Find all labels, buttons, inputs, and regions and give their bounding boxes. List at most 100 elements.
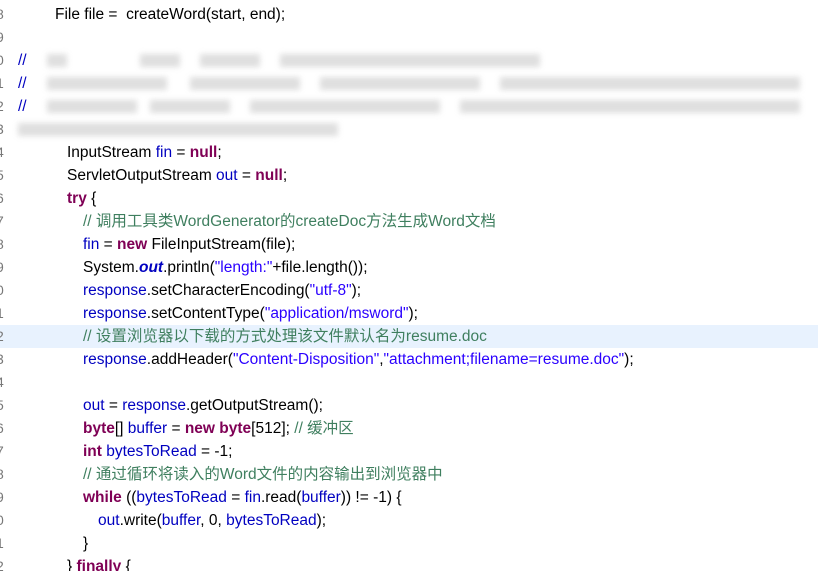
code-token: +file.length()); <box>272 259 368 276</box>
code-line[interactable]: 8 fin = new FileInputStream(file); <box>0 233 818 256</box>
keyword: byte <box>83 420 115 437</box>
code-token: out <box>216 167 238 184</box>
code-line[interactable]: 1 // <box>0 72 818 95</box>
redacted-code <box>500 77 800 90</box>
code-line[interactable]: 2 // <box>0 95 818 118</box>
code-comment: // 调用工具类WordGenerator的createDoc方法生成Word文… <box>83 213 496 230</box>
code-text: // 设置浏览器以下载的方式处理该文件默认名为resume.doc <box>83 325 487 348</box>
code-token: = <box>172 144 190 161</box>
code-line[interactable]: 3 <box>0 118 818 141</box>
keyword: byte <box>219 420 252 437</box>
code-text: byte[] buffer = new byte[512]; // 缓冲区 <box>83 417 354 440</box>
code-token: buffer <box>161 512 201 529</box>
redacted-code <box>460 100 800 113</box>
code-token: out <box>138 259 164 276</box>
code-token: .getOutputStream(); <box>186 397 323 414</box>
code-line[interactable]: 4 <box>0 371 818 394</box>
code-token: FileInputStream(file); <box>147 236 296 253</box>
line-number: 3 <box>0 118 8 141</box>
code-text: response.setContentType("application/msw… <box>83 302 418 325</box>
code-line[interactable]: 3 response.addHeader("Content-Disposition… <box>0 348 818 371</box>
redacted-code <box>280 54 540 67</box>
code-token: (( <box>121 489 137 506</box>
line-number: 4 <box>0 141 8 164</box>
code-line[interactable]: 5 ServletOutputStream out = null; <box>0 164 818 187</box>
code-text: } <box>83 532 88 555</box>
keyword: finally <box>76 558 122 571</box>
code-token: ServletOutputStream <box>67 167 217 184</box>
code-line[interactable]: 1} <box>0 532 818 555</box>
code-token: = <box>167 420 185 437</box>
code-token: } <box>83 535 89 552</box>
code-token: .read( <box>260 489 302 506</box>
line-number: 0 <box>0 279 8 302</box>
line-number: 9 <box>0 486 8 509</box>
keyword: new <box>184 420 215 437</box>
line-number: 8 <box>0 463 8 486</box>
line-number: 1 <box>0 532 8 555</box>
code-line[interactable]: 0 // <box>0 49 818 72</box>
line-number: 6 <box>0 187 8 210</box>
code-line[interactable]: 6 try { <box>0 187 818 210</box>
code-text: System.out.println("length:"+file.length… <box>83 256 368 279</box>
code-token: ); <box>351 282 362 299</box>
code-line[interactable]: 1 response.setContentType("application/ms… <box>0 302 818 325</box>
code-token: .setCharacterEncoding( <box>146 282 310 299</box>
line-number: 4 <box>0 371 8 394</box>
code-text: out.write(buffer, 0, bytesToRead); <box>98 509 326 532</box>
code-line[interactable]: 4 InputStream fin = null; <box>0 141 818 164</box>
redacted-code <box>18 123 338 136</box>
code-line[interactable]: 2 } finally { <box>0 555 818 571</box>
code-line[interactable]: 2 // 设置浏览器以下载的方式处理该文件默认名为resume.doc <box>0 325 818 348</box>
code-comment: // 缓冲区 <box>294 420 354 437</box>
line-number: 2 <box>0 95 8 118</box>
code-text: response.addHeader("Content-Disposition"… <box>83 348 634 371</box>
code-token: // <box>18 52 27 69</box>
code-token: ; <box>282 167 288 184</box>
code-text: fin = new FileInputStream(file); <box>83 233 295 256</box>
keyword: new <box>117 236 148 253</box>
code-token: bytesToRead <box>106 443 197 460</box>
code-line[interactable]: 6byte[] buffer = new byte[512]; // 缓冲区 <box>0 417 818 440</box>
code-text: while ((bytesToRead = fin.read(buffer)) … <box>83 486 402 509</box>
code-text: } finally { <box>67 555 131 571</box>
code-token: ); <box>408 305 418 322</box>
code-line[interactable]: 7 // 调用工具类WordGenerator的createDoc方法生成Word… <box>0 210 818 233</box>
code-line[interactable]: 8 File file = createWord(start, end); <box>0 3 818 26</box>
code-token: bytesToRead <box>136 489 227 506</box>
code-token: = <box>237 167 256 184</box>
code-token: [] <box>114 420 128 437</box>
line-number: 8 <box>0 3 8 26</box>
code-line[interactable]: 9 <box>0 26 818 49</box>
redacted-code <box>47 100 137 113</box>
line-number: 2 <box>0 325 8 348</box>
code-token: out <box>98 512 120 529</box>
code-line[interactable]: 7 int bytesToRead = -1; <box>0 440 818 463</box>
code-line[interactable]: 9 while ((bytesToRead = fin.read(buffer))… <box>0 486 818 509</box>
code-line[interactable]: 0 response.setCharacterEncoding("utf-8"); <box>0 279 818 302</box>
code-text: try { <box>67 187 96 210</box>
code-token: response <box>83 351 147 368</box>
line-number: 9 <box>0 26 8 49</box>
code-token: { <box>86 190 97 207</box>
code-line[interactable]: 9 System.out.println("length:"+file.lengt… <box>0 256 818 279</box>
code-editor[interactable]: 8File file = createWord(start, end);90//… <box>0 0 818 571</box>
line-number: 7 <box>0 210 8 233</box>
code-text: File file = createWord(start, end); <box>55 3 285 26</box>
code-text: InputStream fin = null; <box>67 141 222 164</box>
code-text: // <box>18 95 27 118</box>
line-number: 1 <box>0 72 8 95</box>
code-token: response <box>83 305 147 322</box>
keyword: null <box>189 144 218 161</box>
code-token: .write( <box>119 512 162 529</box>
line-number: 2 <box>0 555 8 571</box>
redacted-code <box>47 77 167 90</box>
code-token: response <box>122 397 186 414</box>
code-line[interactable]: 0 out.write(buffer, 0, bytesToRead); <box>0 509 818 532</box>
code-line[interactable]: 8 // 通过循环将读入的Word文件的内容输出到浏览器中 <box>0 463 818 486</box>
line-number: 8 <box>0 233 8 256</box>
code-line[interactable]: 5 out = response.getOutputStream(); <box>0 394 818 417</box>
string-literal: "utf-8" <box>309 282 352 299</box>
redacted-code <box>190 77 300 90</box>
code-token: )) != -1) { <box>340 489 402 506</box>
